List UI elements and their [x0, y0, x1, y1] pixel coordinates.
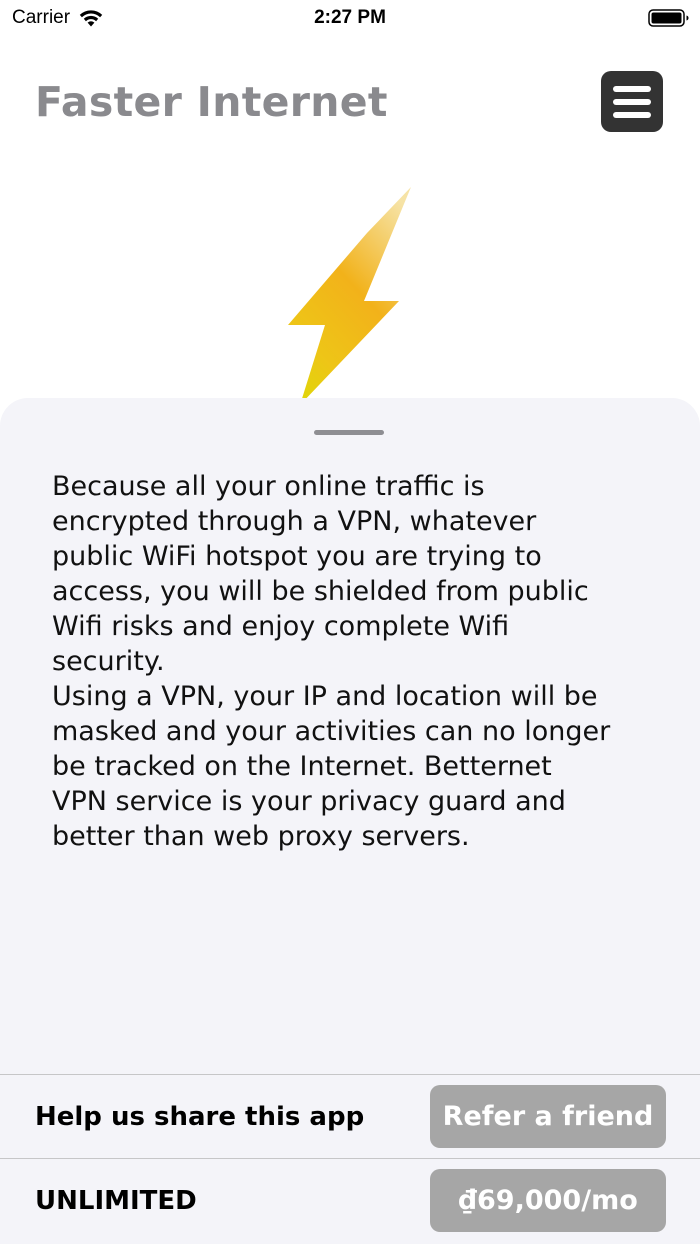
subscribe-price-button[interactable]: ₫69,000/mo — [430, 1169, 666, 1232]
menu-button[interactable] — [601, 71, 663, 132]
vpn-description: Because all your online traffic is encry… — [52, 471, 611, 852]
status-bar: Carrier 2:27 PM — [0, 0, 700, 36]
hamburger-menu-icon-bar — [613, 111, 651, 118]
hamburger-menu-icon — [613, 85, 651, 92]
app-screen: Carrier 2:27 PM Faster Internet Because … — [0, 0, 700, 1244]
bottom-sheet: Because all your online traffic is encry… — [0, 398, 700, 1244]
share-row: Help us share this app Refer a friend — [0, 1074, 700, 1158]
app-title: Faster Internet — [35, 78, 388, 126]
refer-friend-button[interactable]: Refer a friend — [430, 1085, 666, 1148]
hamburger-menu-icon-bar — [613, 98, 651, 105]
lightning-bolt-icon — [288, 187, 411, 405]
status-time: 2:27 PM — [314, 7, 386, 28]
battery-icon — [648, 9, 689, 27]
share-label: Help us share this app — [35, 1102, 365, 1132]
sheet-grabber[interactable] — [314, 430, 384, 435]
unlimited-row: UNLIMITED ₫69,000/mo — [0, 1158, 700, 1242]
unlimited-label: UNLIMITED — [35, 1186, 197, 1216]
